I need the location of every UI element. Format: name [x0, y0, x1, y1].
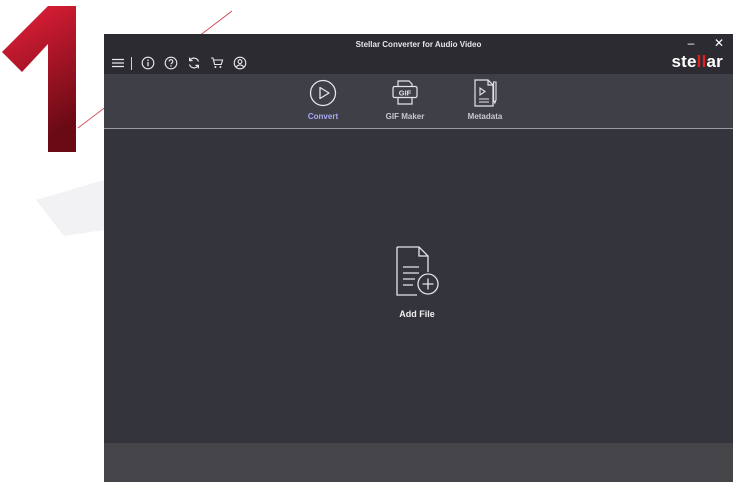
- stellar-logo: stellar: [671, 52, 723, 71]
- app-window: Stellar Converter for Audio Video – ✕ st…: [104, 34, 733, 482]
- refresh-icon[interactable]: [186, 55, 202, 71]
- minimize-button[interactable]: –: [684, 36, 698, 50]
- tab-gif-maker[interactable]: GIF GIF Maker: [370, 78, 440, 124]
- tab-convert-label: Convert: [307, 112, 339, 121]
- menu-icon[interactable]: [110, 55, 126, 71]
- title-bar: Stellar Converter for Audio Video – ✕ st…: [104, 34, 733, 74]
- account-icon[interactable]: [232, 55, 248, 71]
- add-file-label: Add File: [399, 309, 435, 319]
- add-file-icon: [396, 246, 439, 296]
- metadata-icon: [474, 79, 497, 107]
- tab-metadata[interactable]: Metadata: [450, 78, 520, 124]
- window-title: Stellar Converter for Audio Video: [355, 40, 482, 49]
- tab-metadata-label: Metadata: [467, 112, 503, 121]
- tab-convert[interactable]: Convert: [288, 78, 358, 124]
- tab-gif-maker-label: GIF Maker: [385, 112, 425, 121]
- close-button[interactable]: ✕: [712, 36, 726, 50]
- svg-text:GIF: GIF: [399, 88, 412, 97]
- cart-icon[interactable]: [209, 55, 225, 71]
- status-bar: [104, 443, 733, 482]
- feature-tabs: Convert GIF GIF Maker Metadata: [104, 74, 733, 129]
- play-circle-icon: [309, 79, 337, 107]
- info-icon[interactable]: [140, 55, 156, 71]
- gif-icon: GIF: [392, 80, 418, 105]
- help-icon[interactable]: [163, 55, 179, 71]
- toolbar-divider: [131, 56, 132, 70]
- add-file-button[interactable]: Add File: [380, 245, 454, 325]
- toolbar: [110, 55, 255, 71]
- main-content: Add File: [104, 129, 733, 443]
